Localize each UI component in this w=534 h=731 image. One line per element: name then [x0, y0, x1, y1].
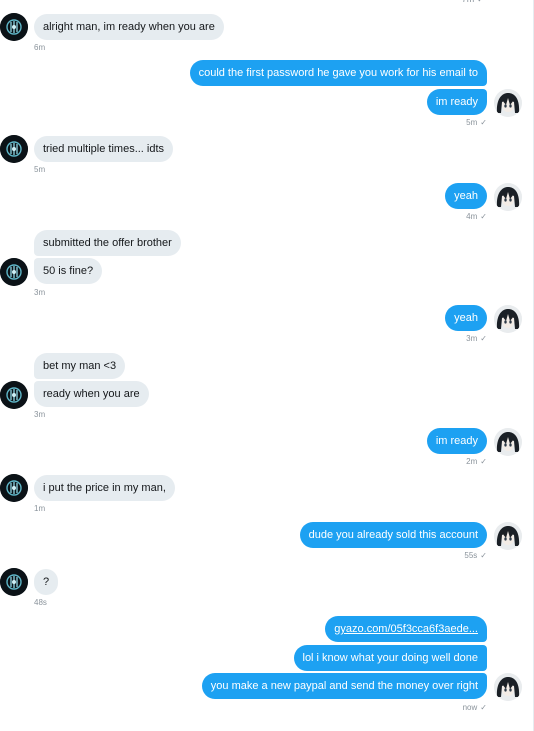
message-bubble-sent[interactable]: yeah	[445, 183, 487, 209]
emblem-icon	[0, 568, 28, 596]
message-bubble-received[interactable]: tried multiple times... idts	[34, 136, 174, 162]
message-bubble-received[interactable]: bet my man <3	[34, 353, 126, 379]
anime-girl-icon	[494, 183, 522, 211]
message-bubble-sent[interactable]: gyazo.com/05f3cca6f3aede...	[325, 616, 487, 642]
user-avatar[interactable]	[494, 89, 522, 117]
anime-girl-icon	[494, 428, 522, 456]
message-text: yeah	[454, 312, 478, 324]
emblem-icon	[0, 135, 28, 163]
contact-avatar[interactable]	[0, 13, 28, 41]
check-icon: ✓	[480, 212, 487, 221]
user-avatar[interactable]	[494, 522, 522, 550]
contact-avatar[interactable]	[0, 135, 28, 163]
message-bubble-received[interactable]: submitted the offer brother	[34, 230, 181, 256]
message-timestamp: 3m	[34, 288, 46, 297]
message-timestamp: 3m ✓	[466, 334, 487, 343]
message-bubble-received[interactable]: ?	[34, 569, 59, 595]
check-icon: ✓	[480, 457, 487, 466]
message-timestamp: 4m ✓	[466, 212, 487, 221]
emblem-icon	[0, 474, 28, 502]
anime-girl-icon	[494, 673, 522, 701]
message-timestamp: now ✓	[462, 703, 487, 712]
check-icon: ✓	[480, 703, 487, 712]
user-avatar[interactable]	[494, 305, 522, 333]
message-text: you make a new paypal and send the money…	[210, 680, 478, 692]
message-text: yeah	[454, 190, 478, 202]
anime-girl-icon	[494, 89, 522, 117]
emblem-icon	[0, 258, 28, 286]
message-bubble-sent[interactable]: could the first password he gave you wor…	[189, 60, 487, 86]
previous-timestamp: 7m✓	[462, 0, 484, 4]
check-icon: ✓	[480, 118, 487, 127]
message-bubble-received[interactable]: alright man, im ready when you are	[34, 14, 224, 40]
message-text: tried multiple times... idts	[43, 143, 165, 155]
message-timestamp: 5m	[34, 165, 46, 174]
check-icon: ✓	[477, 0, 484, 4]
message-timestamp: 48s	[34, 598, 47, 607]
message-timestamp: 1m	[34, 504, 46, 513]
message-text: 50 is fine?	[43, 265, 94, 277]
message-text: bet my man <3	[43, 360, 117, 372]
emblem-icon	[0, 381, 28, 409]
user-avatar[interactable]	[494, 673, 522, 701]
message-text: dude you already sold this account	[308, 529, 478, 541]
message-bubble-sent[interactable]: you make a new paypal and send the money…	[201, 673, 487, 699]
message-timestamp: 2m ✓	[466, 457, 487, 466]
message-bubble-sent[interactable]: yeah	[445, 305, 487, 331]
message-timestamp: 3m	[34, 410, 46, 419]
anime-girl-icon	[494, 305, 522, 333]
message-bubble-sent[interactable]: dude you already sold this account	[299, 522, 487, 548]
user-avatar[interactable]	[494, 428, 522, 456]
message-text: alright man, im ready when you are	[43, 21, 215, 33]
contact-avatar[interactable]	[0, 381, 28, 409]
message-text: im ready	[435, 96, 478, 108]
gyazo-link[interactable]: gyazo.com/05f3cca6f3aede...	[334, 623, 478, 635]
message-text: i put the price in my man,	[43, 482, 166, 494]
contact-avatar[interactable]	[0, 474, 28, 502]
message-text: submitted the offer brother	[43, 237, 172, 249]
message-bubble-sent[interactable]: im ready	[426, 89, 487, 115]
message-timestamp: 5m ✓	[466, 118, 487, 127]
anime-girl-icon	[494, 522, 522, 550]
user-avatar[interactable]	[494, 183, 522, 211]
emblem-icon	[0, 13, 28, 41]
message-text: lol i know what your doing well done	[302, 652, 479, 664]
message-bubble-received[interactable]: i put the price in my man,	[34, 475, 175, 501]
message-bubble-sent[interactable]: lol i know what your doing well done	[293, 645, 487, 671]
message-text: im ready	[435, 435, 478, 447]
check-icon: ✓	[480, 551, 487, 560]
message-bubble-sent[interactable]: im ready	[426, 428, 487, 454]
message-text: ?	[43, 576, 50, 588]
contact-avatar[interactable]	[0, 568, 28, 596]
message-timestamp: 55s ✓	[464, 551, 487, 560]
message-text: ready when you are	[43, 388, 140, 400]
message-timestamp: 6m	[34, 43, 46, 52]
message-bubble-received[interactable]: ready when you are	[34, 381, 149, 407]
message-bubble-received[interactable]: 50 is fine?	[34, 258, 103, 284]
check-icon: ✓	[480, 334, 487, 343]
contact-avatar[interactable]	[0, 258, 28, 286]
message-text: could the first password he gave you wor…	[198, 67, 478, 79]
